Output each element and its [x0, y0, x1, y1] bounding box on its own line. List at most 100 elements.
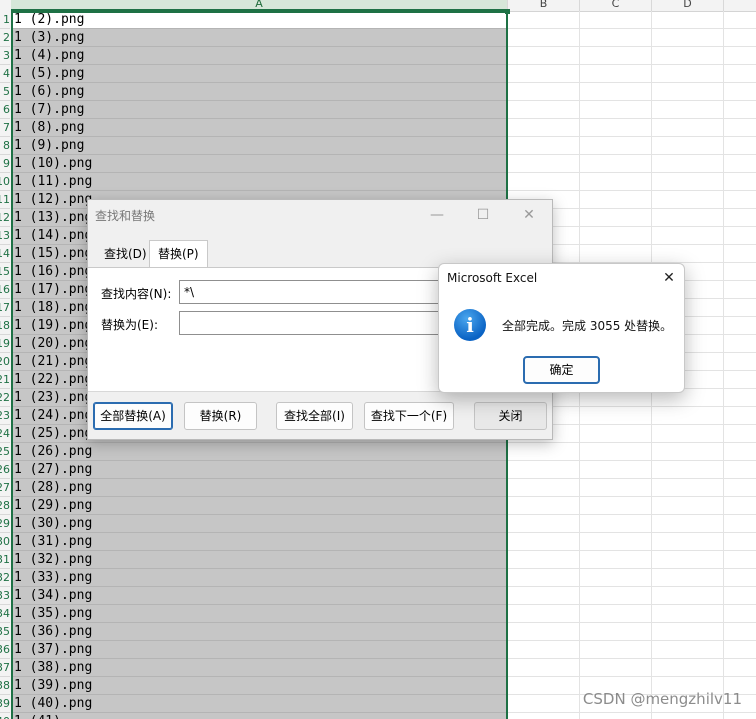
- empty-cells[interactable]: [508, 587, 756, 605]
- row-number[interactable]: 13: [0, 227, 10, 245]
- empty-cells[interactable]: [508, 173, 756, 191]
- cell-a[interactable]: 1 (3).png: [11, 29, 508, 47]
- empty-cells[interactable]: [508, 119, 756, 137]
- row-number[interactable]: 35: [0, 623, 10, 641]
- find-dialog-titlebar[interactable]: 查找和替换 — ☐ ✕: [88, 200, 552, 230]
- close-icon[interactable]: ✕: [506, 200, 552, 230]
- cell-a[interactable]: 1 (11).png: [11, 173, 508, 191]
- close-icon[interactable]: ✕: [653, 264, 684, 292]
- row-number[interactable]: 19: [0, 335, 10, 353]
- cell-a[interactable]: 1 (8).png: [11, 119, 508, 137]
- cell-a[interactable]: 1 (2).png: [11, 11, 508, 29]
- row-number[interactable]: 27: [0, 479, 10, 497]
- row-number[interactable]: 33: [0, 587, 10, 605]
- row-number[interactable]: 6: [0, 101, 10, 119]
- row-number[interactable]: 29: [0, 515, 10, 533]
- row-number[interactable]: 1: [0, 11, 10, 29]
- row-number[interactable]: 7: [0, 119, 10, 137]
- cell-a[interactable]: 1 (30).png: [11, 515, 508, 533]
- empty-cells[interactable]: [508, 83, 756, 101]
- cell-a[interactable]: 1 (27).png: [11, 461, 508, 479]
- cell-a[interactable]: 1 (4).png: [11, 47, 508, 65]
- row-number[interactable]: 34: [0, 605, 10, 623]
- row-number[interactable]: 11: [0, 191, 10, 209]
- cell-a[interactable]: 1 (26).png: [11, 443, 508, 461]
- empty-cells[interactable]: [508, 65, 756, 83]
- replace-all-button[interactable]: 全部替换(A): [93, 402, 173, 430]
- cell-a[interactable]: 1 (37).png: [11, 641, 508, 659]
- row-number[interactable]: 37: [0, 659, 10, 677]
- cell-a[interactable]: 1 (34).png: [11, 587, 508, 605]
- empty-cells[interactable]: [508, 29, 756, 47]
- cell-a[interactable]: 1 (33).png: [11, 569, 508, 587]
- column-header-c[interactable]: C: [580, 0, 652, 11]
- empty-cells[interactable]: [508, 551, 756, 569]
- row-number[interactable]: 28: [0, 497, 10, 515]
- row-number[interactable]: 38: [0, 677, 10, 695]
- row-number[interactable]: 12: [0, 209, 10, 227]
- row-number[interactable]: 20: [0, 353, 10, 371]
- empty-cells[interactable]: [508, 137, 756, 155]
- row-number[interactable]: 14: [0, 245, 10, 263]
- row-number[interactable]: 8: [0, 137, 10, 155]
- empty-cells[interactable]: [508, 155, 756, 173]
- empty-cells[interactable]: [508, 47, 756, 65]
- row-number[interactable]: 10: [0, 173, 10, 191]
- column-header-b[interactable]: B: [508, 0, 580, 11]
- row-number[interactable]: 40: [0, 713, 10, 719]
- empty-cells[interactable]: [508, 713, 756, 719]
- cell-a[interactable]: 1 (32).png: [11, 551, 508, 569]
- replace-button[interactable]: 替换(R): [184, 402, 257, 430]
- row-number[interactable]: 3: [0, 47, 10, 65]
- empty-cells[interactable]: [508, 101, 756, 119]
- column-header-d[interactable]: D: [652, 0, 724, 11]
- cell-a[interactable]: 1 (28).png: [11, 479, 508, 497]
- row-number[interactable]: 15: [0, 263, 10, 281]
- cell-a[interactable]: 1 (29).png: [11, 497, 508, 515]
- cell-a[interactable]: 1 (41): [11, 713, 508, 719]
- fill-handle[interactable]: [505, 9, 510, 14]
- cell-a[interactable]: 1 (31).png: [11, 533, 508, 551]
- empty-cells[interactable]: [508, 11, 756, 29]
- row-number[interactable]: 4: [0, 65, 10, 83]
- empty-cells[interactable]: [508, 515, 756, 533]
- row-number[interactable]: 16: [0, 281, 10, 299]
- cell-a[interactable]: 1 (35).png: [11, 605, 508, 623]
- empty-cells[interactable]: [508, 659, 756, 677]
- cell-a[interactable]: 1 (36).png: [11, 623, 508, 641]
- row-number[interactable]: 21: [0, 371, 10, 389]
- tab-replace[interactable]: 替换(P): [149, 240, 208, 268]
- empty-cells[interactable]: [508, 569, 756, 587]
- row-number[interactable]: 22: [0, 389, 10, 407]
- cell-a[interactable]: 1 (10).png: [11, 155, 508, 173]
- tab-find[interactable]: 查找(D): [96, 244, 155, 267]
- cell-a[interactable]: 1 (38).png: [11, 659, 508, 677]
- cell-a[interactable]: 1 (9).png: [11, 137, 508, 155]
- cell-a[interactable]: 1 (7).png: [11, 101, 508, 119]
- close-button[interactable]: 关闭: [474, 402, 547, 430]
- row-number[interactable]: 17: [0, 299, 10, 317]
- empty-cells[interactable]: [508, 533, 756, 551]
- cell-a[interactable]: 1 (39).png: [11, 677, 508, 695]
- empty-cells[interactable]: [508, 605, 756, 623]
- find-all-button[interactable]: 查找全部(I): [276, 402, 353, 430]
- find-next-button[interactable]: 查找下一个(F): [364, 402, 454, 430]
- empty-cells[interactable]: [508, 623, 756, 641]
- empty-cells[interactable]: [508, 497, 756, 515]
- empty-cells[interactable]: [508, 641, 756, 659]
- row-number[interactable]: 39: [0, 695, 10, 713]
- row-number[interactable]: 25: [0, 443, 10, 461]
- cell-a[interactable]: 1 (6).png: [11, 83, 508, 101]
- row-number[interactable]: 9: [0, 155, 10, 173]
- cell-a[interactable]: 1 (40).png: [11, 695, 508, 713]
- minimize-icon[interactable]: —: [414, 200, 460, 230]
- row-number[interactable]: 26: [0, 461, 10, 479]
- row-number[interactable]: 5: [0, 83, 10, 101]
- empty-cells[interactable]: [508, 461, 756, 479]
- row-number[interactable]: 24: [0, 425, 10, 443]
- row-number[interactable]: 18: [0, 317, 10, 335]
- row-number[interactable]: 30: [0, 533, 10, 551]
- cell-a[interactable]: 1 (5).png: [11, 65, 508, 83]
- row-number[interactable]: 36: [0, 641, 10, 659]
- empty-cells[interactable]: [508, 443, 756, 461]
